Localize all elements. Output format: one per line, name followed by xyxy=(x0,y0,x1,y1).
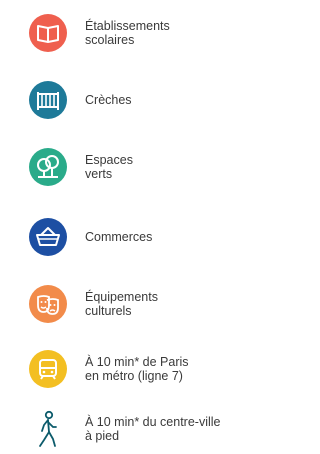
metro-train-icon xyxy=(29,350,67,388)
amenity-label-nursery: Crèches xyxy=(85,93,132,107)
amenity-item-schools: Établissements scolaires xyxy=(0,14,248,54)
trees-icon xyxy=(29,148,67,186)
amenity-item-nursery: Crèches xyxy=(0,81,248,121)
amenity-label-shops: Commerces xyxy=(85,230,153,244)
walking-person-icon xyxy=(35,410,61,450)
amenity-label-schools: Établissements scolaires xyxy=(85,19,170,47)
crib-icon xyxy=(29,81,67,119)
amenity-label-green-spaces: Espaces verts xyxy=(85,153,133,181)
amenity-item-green-spaces: Espaces verts xyxy=(0,148,248,188)
amenity-label-culture: Équipements culturels xyxy=(85,290,158,318)
shopping-basket-icon xyxy=(29,218,67,256)
amenity-item-shops: Commerces xyxy=(0,218,248,258)
amenities-list: Établissements scolaires Crèches Espaces… xyxy=(0,0,248,454)
amenity-item-culture: Équipements culturels xyxy=(0,285,248,325)
amenity-label-metro: À 10 min* de Paris en métro (ligne 7) xyxy=(85,355,189,383)
open-book-icon xyxy=(29,14,67,52)
amenity-label-walking: À 10 min* du centre-ville à pied xyxy=(85,415,221,443)
amenity-item-metro: À 10 min* de Paris en métro (ligne 7) xyxy=(0,350,248,390)
theater-masks-icon xyxy=(29,285,67,323)
amenity-item-walking: À 10 min* du centre-ville à pied xyxy=(0,410,248,450)
